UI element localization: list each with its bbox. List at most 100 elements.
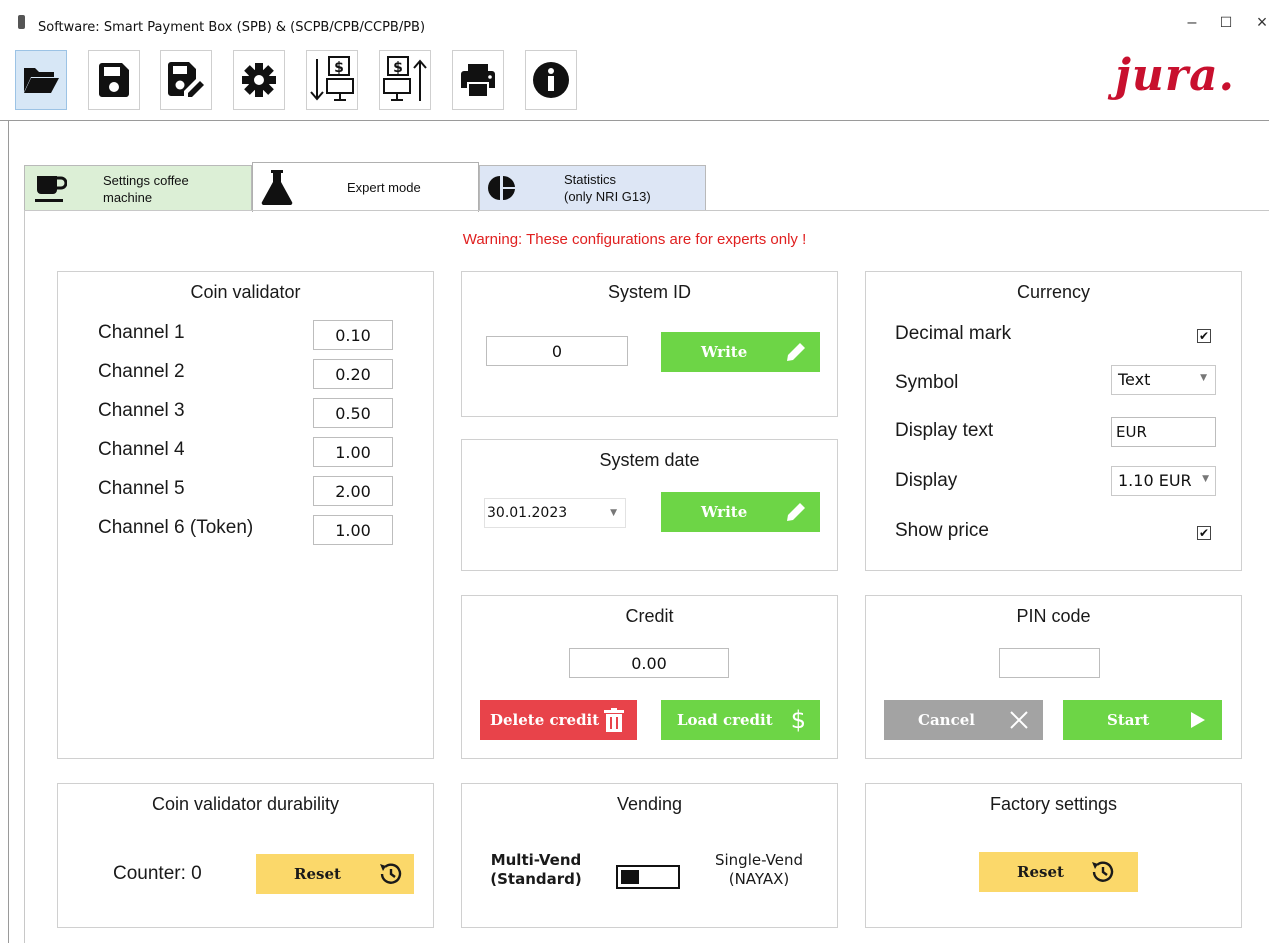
pie-chart-icon <box>488 175 515 201</box>
channel-4-label: Channel 4 <box>98 439 185 460</box>
delete-credit-label: Delete credit <box>490 711 600 729</box>
system-date-value: 30.01.2023 <box>487 505 568 521</box>
chevron-down-icon: ▼ <box>1202 474 1209 484</box>
durability-reset-button[interactable]: Reset <box>256 854 414 894</box>
channel-1-input[interactable]: 0.10 <box>313 320 393 350</box>
toolbar-separator <box>0 120 1269 121</box>
channel-4-input[interactable]: 1.00 <box>313 437 393 467</box>
system-id-input[interactable]: 0 <box>486 336 628 366</box>
pin-code-panel: PIN code Cancel Start <box>865 595 1242 759</box>
cancel-button[interactable]: Cancel <box>884 700 1043 740</box>
system-id-write-label: Write <box>701 343 748 361</box>
check-icon: ✔ <box>1198 526 1210 540</box>
info-icon <box>533 62 569 98</box>
show-price-label: Show price <box>895 520 989 541</box>
pin-code-input[interactable] <box>999 648 1100 678</box>
flask-icon <box>261 170 293 205</box>
download-button[interactable]: $ <box>306 50 358 110</box>
pencil-icon <box>784 340 808 364</box>
svg-text:$: $ <box>334 60 344 76</box>
printer-icon <box>461 64 495 96</box>
window-title: Software: Smart Payment Box (SPB) & (SCP… <box>38 20 426 35</box>
tab-settings-label-1: Settings coffee <box>103 173 189 188</box>
symbol-value: Text <box>1118 370 1151 389</box>
system-date-write-label: Write <box>701 503 748 521</box>
gear-icon <box>242 63 276 97</box>
currency-title: Currency <box>1016 282 1091 302</box>
chevron-down-icon: ▼ <box>1200 373 1207 383</box>
channel-3-input[interactable]: 0.50 <box>313 398 393 428</box>
channel-6-input[interactable]: 1.00 <box>313 515 393 545</box>
decimal-mark-label: Decimal mark <box>895 323 1012 344</box>
upload-button[interactable]: $ <box>379 50 431 110</box>
credit-title: Credit <box>625 606 674 626</box>
tab-settings-coffee-machine[interactable]: Settings coffee machine <box>24 165 252 211</box>
start-button[interactable]: Start <box>1063 700 1222 740</box>
show-price-checkbox[interactable]: ✔ <box>1197 526 1211 540</box>
app-icon <box>18 15 25 29</box>
durability-counter: Counter: 0 <box>113 863 202 884</box>
trash-icon <box>603 708 625 732</box>
channel-5-input[interactable]: 2.00 <box>313 476 393 506</box>
system-id-title: System ID <box>607 282 691 302</box>
vending-toggle[interactable] <box>616 865 680 889</box>
minimize-button[interactable]: – <box>1180 14 1204 32</box>
dollar-icon: $ <box>790 706 806 734</box>
symbol-select[interactable]: Text ▼ <box>1111 365 1216 395</box>
tab-expert-mode[interactable]: Expert mode <box>252 162 479 212</box>
coin-validator-panel: Coin validator Channel 1 0.10 Channel 2 … <box>57 271 434 759</box>
load-credit-label: Load credit <box>677 711 773 729</box>
delete-credit-button[interactable]: Delete credit <box>480 700 637 740</box>
credit-panel: Credit 0.00 Delete credit Load credit $ <box>461 595 838 759</box>
tab-settings-label-2: machine <box>103 190 153 205</box>
system-date-write-button[interactable]: Write <box>661 492 820 532</box>
system-date-panel: System date 30.01.2023 ▼ Write <box>461 439 838 571</box>
durability-title: Coin validator durability <box>151 794 340 814</box>
credit-input[interactable]: 0.00 <box>569 648 729 678</box>
pencil-icon <box>784 500 808 524</box>
system-id-write-button[interactable]: Write <box>661 332 820 372</box>
tab-statistics-label-2: (only NRI G13) <box>564 189 651 204</box>
system-date-picker[interactable]: 30.01.2023 ▼ <box>484 498 626 528</box>
tab-statistics-label-1: Statistics <box>564 172 617 187</box>
display-value: 1.10 EUR <box>1118 471 1192 490</box>
channel-2-input[interactable]: 0.20 <box>313 359 393 389</box>
jura-logo: jura. <box>1115 50 1235 101</box>
channel-3-label: Channel 3 <box>98 400 185 421</box>
load-credit-button[interactable]: Load credit $ <box>661 700 820 740</box>
settings-button[interactable] <box>233 50 285 110</box>
channel-6-label: Channel 6 (Token) <box>98 517 254 538</box>
channel-1-label: Channel 1 <box>98 322 185 343</box>
close-button[interactable]: × <box>1250 12 1269 33</box>
currency-panel: Currency Decimal mark ✔ Symbol Text ▼ Di… <box>865 271 1242 571</box>
factory-reset-label: Reset <box>1017 863 1064 881</box>
folder-open-icon <box>24 68 59 93</box>
display-text-label: Display text <box>895 420 994 441</box>
durability-reset-label: Reset <box>294 865 341 883</box>
factory-settings-panel: Factory settings Reset <box>865 783 1242 928</box>
pin-code-title: PIN code <box>1016 606 1091 626</box>
single-vend-label: Single-Vend (NAYAX) <box>714 851 803 888</box>
coin-validator-title: Coin validator <box>190 282 301 302</box>
display-select[interactable]: 1.10 EUR ▼ <box>1111 466 1216 496</box>
print-button[interactable] <box>452 50 504 110</box>
history-icon <box>1090 859 1116 885</box>
play-icon <box>1190 711 1206 729</box>
tab-expert-label: Expert mode <box>347 180 421 195</box>
symbol-label: Symbol <box>895 372 959 393</box>
open-button[interactable] <box>15 50 67 110</box>
tab-statistics[interactable]: Statistics (only NRI G13) <box>479 165 706 211</box>
start-label: Start <box>1107 711 1150 729</box>
decimal-mark-checkbox[interactable]: ✔ <box>1197 329 1211 343</box>
maximize-button[interactable]: ☐ <box>1214 14 1238 31</box>
system-id-panel: System ID 0 Write <box>461 271 838 417</box>
factory-reset-button[interactable]: Reset <box>979 852 1138 892</box>
factory-settings-title: Factory settings <box>989 794 1118 814</box>
display-label: Display <box>895 470 958 491</box>
save-button[interactable] <box>88 50 140 110</box>
info-button[interactable] <box>525 50 577 110</box>
display-text-input[interactable]: EUR <box>1111 417 1216 447</box>
svg-text:$: $ <box>393 60 403 76</box>
save-as-icon <box>168 62 204 97</box>
save-as-button[interactable] <box>160 50 212 110</box>
